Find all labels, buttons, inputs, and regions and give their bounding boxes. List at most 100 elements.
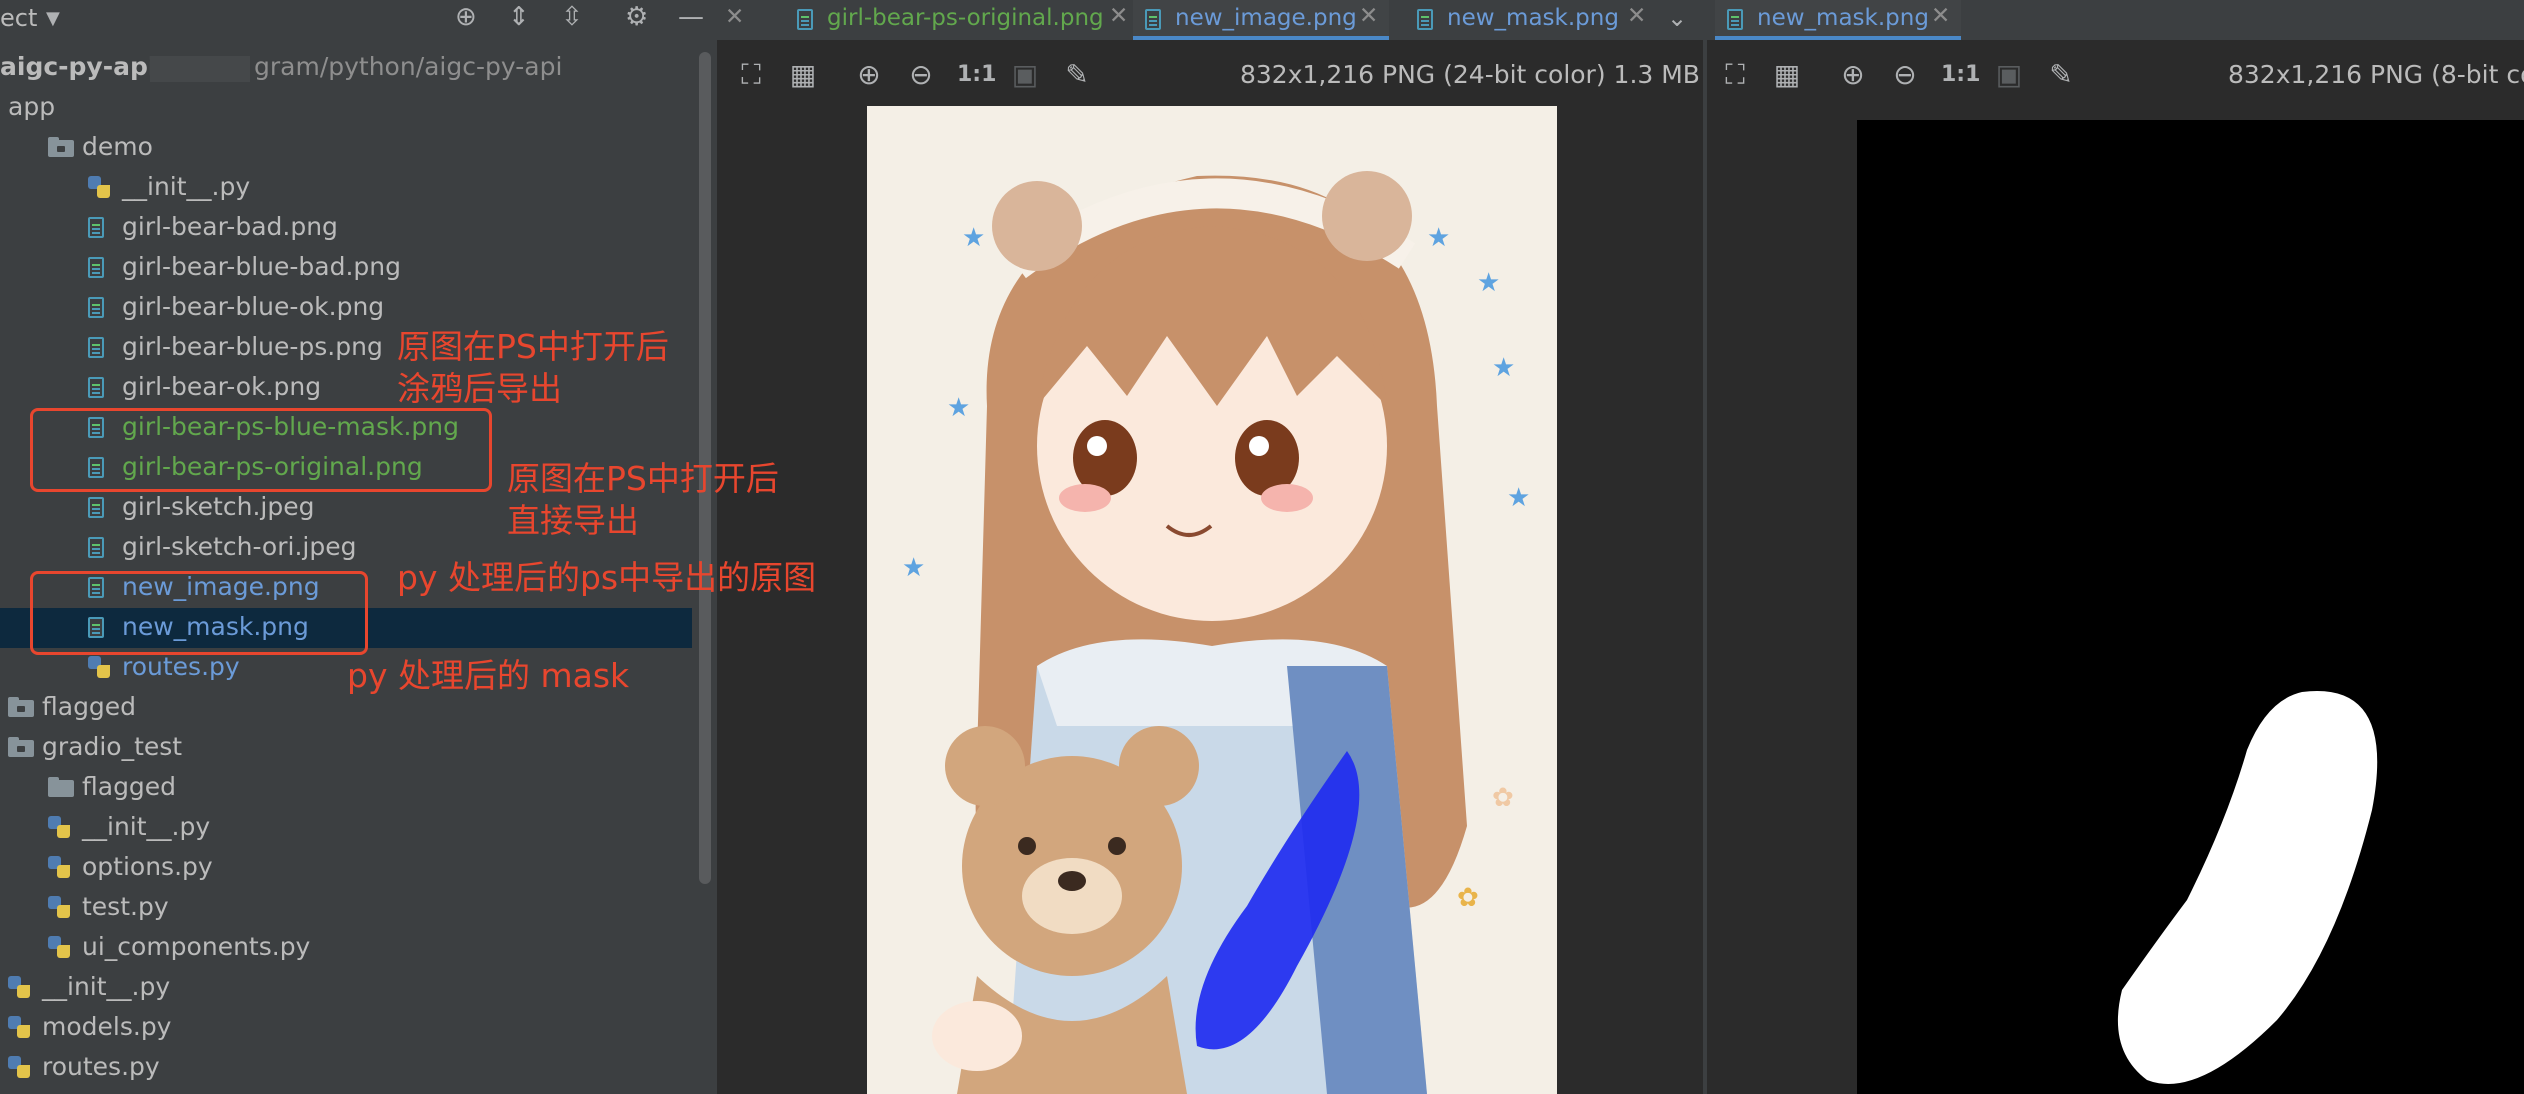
tab-label: new_image.png (1175, 5, 1357, 31)
tree-item-label: girl-bear-blue-ps.png (122, 332, 383, 361)
svg-text:★: ★ (1507, 483, 1530, 513)
grid-icon[interactable]: ▦ (787, 58, 819, 91)
image-file-icon (88, 537, 104, 558)
close-icon[interactable]: ✕ (1359, 3, 1378, 29)
expand-all-icon[interactable]: ⇕ (508, 2, 530, 32)
tree-item[interactable]: girl-bear-blue-bad.png (0, 248, 692, 288)
zoom-in-icon[interactable]: ⊕ (1837, 58, 1869, 91)
background-icon[interactable]: ▣ (1009, 58, 1041, 91)
image-file-icon (88, 217, 104, 238)
image-canvas-new-mask[interactable] (1857, 120, 2524, 1094)
image-info: 832x1,216 PNG (8-bit co (2228, 60, 2524, 89)
annotation-note-3: py 处理后的ps中导出的原图 (397, 558, 817, 597)
minimize-icon[interactable]: — (678, 2, 704, 32)
python-file-icon (48, 896, 70, 918)
python-file-icon (88, 656, 110, 678)
svg-text:★: ★ (1492, 353, 1515, 383)
tree-item[interactable]: __init__.py (0, 168, 692, 208)
tab-girl-bear-ps-original[interactable]: girl-bear-ps-original.png ✕ (787, 0, 1137, 40)
image-file-icon (1727, 9, 1743, 30)
chevron-down-icon[interactable]: ▼ (46, 8, 60, 29)
tree-item-label: app (8, 92, 56, 121)
zoom-out-icon[interactable]: ⊖ (905, 58, 937, 91)
python-file-icon (88, 176, 110, 198)
zoom-in-icon[interactable]: ⊕ (853, 58, 885, 91)
python-file-icon (8, 1056, 30, 1078)
tree-item[interactable]: ui_components.py (0, 928, 692, 968)
tree-item-label: test.py (82, 892, 169, 921)
tree-item[interactable]: options.py (0, 848, 692, 888)
background-icon[interactable]: ▣ (1993, 58, 2025, 91)
annotation-note-1: 原图在PS中打开后 涂鸦后导出 (397, 326, 669, 410)
folder-icon (8, 737, 34, 757)
tree-item-label: girl-bear-blue-ok.png (122, 292, 385, 321)
python-file-icon (48, 816, 70, 838)
image-file-icon (88, 497, 104, 518)
tab-new-mask[interactable]: new_mask.png ✕ (1407, 0, 1657, 40)
project-panel-header: ect ▼ ⊕ ⇕ ⇳ ⚙ — (0, 0, 717, 38)
tree-root-row[interactable]: aigc-py-api gram/python/aigc-py-api (0, 48, 692, 88)
tab-new-image[interactable]: new_image.png ✕ (1133, 0, 1389, 40)
close-icon[interactable]: ✕ (1931, 3, 1950, 29)
close-icon[interactable]: ✕ (1627, 3, 1646, 29)
fit-icon[interactable]: ⛶ (735, 58, 767, 92)
tree-item-label: models.py (42, 1012, 172, 1041)
grid-icon[interactable]: ▦ (1771, 58, 1803, 91)
image-viewer-toolbar-right: ⛶ ▦ ⊕ ⊖ 1:1 ▣ ✎ 832x1,216 PNG (8-bit co (1707, 40, 2524, 108)
gear-icon[interactable]: ⚙ (625, 2, 648, 32)
tree-item[interactable]: demo (0, 128, 692, 168)
tree-item-label: girl-bear-ok.png (122, 372, 322, 401)
tree-item-label: __init__.py (82, 812, 211, 841)
svg-text:✿: ✿ (1492, 783, 1514, 813)
tree-item-label: girl-bear-bad.png (122, 212, 338, 241)
project-panel-title[interactable]: ect (0, 4, 37, 32)
fit-icon[interactable]: ⛶ (1719, 58, 1751, 92)
tree-item-label: options.py (82, 852, 213, 881)
locate-icon[interactable]: ⊕ (455, 2, 477, 32)
actual-size-button[interactable]: 1:1 (957, 62, 996, 87)
tree-item[interactable]: gradio_test (0, 728, 692, 768)
svg-text:★: ★ (902, 553, 925, 583)
tree-item[interactable]: __init__.py (0, 808, 692, 848)
tab-new-mask-split[interactable]: new_mask.png ✕ (1715, 0, 1961, 40)
color-picker-icon[interactable]: ✎ (1061, 58, 1093, 91)
tree-item[interactable]: __init__.py (0, 968, 692, 1008)
actual-size-button[interactable]: 1:1 (1941, 62, 1980, 87)
image-canvas-new-image[interactable]: ★ ★ ★ ★ ★ ★ ★ ✿ ✿ (867, 106, 1557, 1094)
image-file-icon (88, 297, 104, 318)
tree-item[interactable]: girl-bear-bad.png (0, 208, 692, 248)
tree-item[interactable]: girl-bear-blue-ok.png (0, 288, 692, 328)
tab-close-icon[interactable]: ✕ (725, 4, 744, 30)
editor-split-divider[interactable] (1703, 40, 1707, 1094)
annotation-note-2-line2: 直接导出 (507, 501, 639, 540)
tree-item-label: routes.py (122, 652, 240, 681)
annotation-box-new (30, 571, 368, 655)
annotation-note-1-line2: 涂鸦后导出 (397, 369, 562, 408)
svg-text:✿: ✿ (1457, 883, 1479, 913)
tree-item[interactable]: flagged (0, 768, 692, 808)
svg-text:★: ★ (1477, 268, 1500, 298)
tree-item[interactable]: routes.py (0, 1048, 692, 1088)
tree-item[interactable]: app (0, 88, 692, 128)
zoom-out-icon[interactable]: ⊖ (1889, 58, 1921, 91)
color-picker-icon[interactable]: ✎ (2045, 58, 2077, 91)
tree-item[interactable]: test.py (0, 888, 692, 928)
image-file-icon (1145, 9, 1161, 30)
svg-text:★: ★ (962, 223, 985, 253)
tab-label: new_mask.png (1447, 5, 1619, 31)
tree-item-label: girl-bear-blue-bad.png (122, 252, 401, 281)
image-info: 832x1,216 PNG (24-bit color) 1.3 MB (1240, 60, 1700, 89)
chevron-down-icon[interactable]: ⌄ (1667, 4, 1687, 32)
tree-item-label: girl-sketch.jpeg (122, 492, 315, 521)
tree-item-label: ui_components.py (82, 932, 311, 961)
annotation-box-ps (30, 408, 492, 492)
annotation-note-1-line1: 原图在PS中打开后 (397, 327, 669, 366)
tree-item[interactable]: models.py (0, 1008, 692, 1048)
collapse-all-icon[interactable]: ⇳ (561, 2, 583, 32)
svg-text:★: ★ (1427, 223, 1450, 253)
folder-icon (48, 777, 74, 797)
tree-item-label: __init__.py (42, 972, 171, 1001)
close-icon[interactable]: ✕ (1109, 3, 1128, 29)
python-file-icon (48, 936, 70, 958)
girl-with-teddy-bear-illustration: ★ ★ ★ ★ ★ ★ ★ ✿ ✿ (902, 171, 1530, 1094)
